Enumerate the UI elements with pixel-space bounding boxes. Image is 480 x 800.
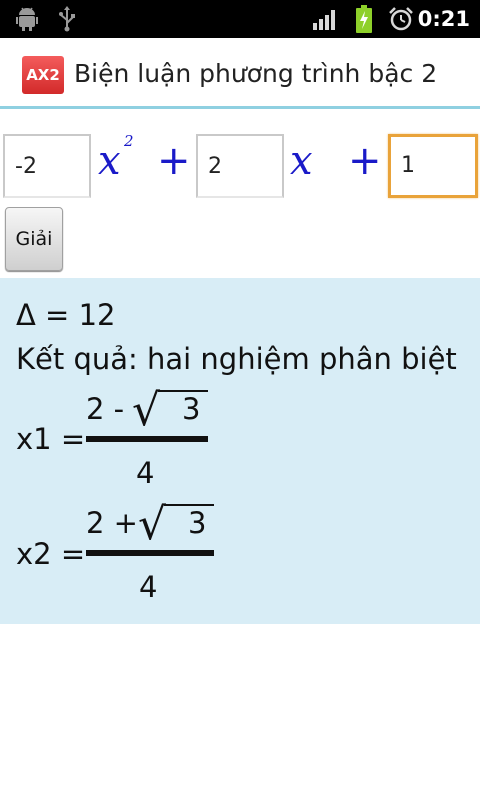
x2-fraction-bar (86, 550, 214, 556)
x-variable: x (290, 138, 313, 184)
result-conclusion: Kết quả: hai nghiệm phân biệt (16, 342, 457, 376)
alarm-icon (388, 0, 414, 38)
exponent-2: 2 (124, 132, 134, 150)
app-title-bar: AX2 Biện luận phương trình bậc 2 (0, 38, 480, 108)
x1-numerator-term: 2 - (86, 392, 125, 426)
solve-button[interactable]: Giải (5, 207, 63, 271)
delta-value: Δ = 12 (16, 298, 116, 332)
coefficient-a-input[interactable]: -2 (3, 134, 91, 198)
x2-numerator-term: 2 + (86, 506, 138, 540)
coefficient-b-input[interactable]: 2 (196, 134, 284, 198)
x2-label: x2 = (16, 537, 86, 571)
x1-fraction-bar (86, 436, 208, 442)
usb-icon (54, 0, 80, 38)
x1-label: x1 = (16, 422, 86, 456)
x2-radicand: 3 (188, 506, 207, 540)
battery-charging-icon (352, 0, 376, 38)
status-bar: 0:21 (0, 0, 480, 38)
coefficient-c-input[interactable]: 1 (388, 134, 478, 198)
app-logo-icon: AX2 (22, 56, 64, 94)
x-squared-variable: x (98, 138, 121, 184)
x1-sqrt-icon: √ (132, 385, 161, 436)
title-divider (0, 106, 480, 109)
x1-denominator: 4 (136, 456, 155, 490)
plus-sign-2: + (348, 138, 382, 184)
signal-icon (312, 0, 340, 38)
result-panel: Δ = 12 Kết quả: hai nghiệm phân biệt x1 … (0, 278, 480, 624)
android-debug-icon (14, 0, 40, 38)
x2-denominator: 4 (139, 570, 158, 604)
app-logo-text: AX2 (26, 66, 60, 84)
status-clock: 0:21 (417, 7, 470, 31)
plus-sign-1: + (157, 138, 191, 184)
x1-radicand: 3 (182, 392, 201, 426)
x2-sqrt-icon: √ (138, 499, 167, 550)
app-title: Biện luận phương trình bậc 2 (74, 59, 438, 88)
